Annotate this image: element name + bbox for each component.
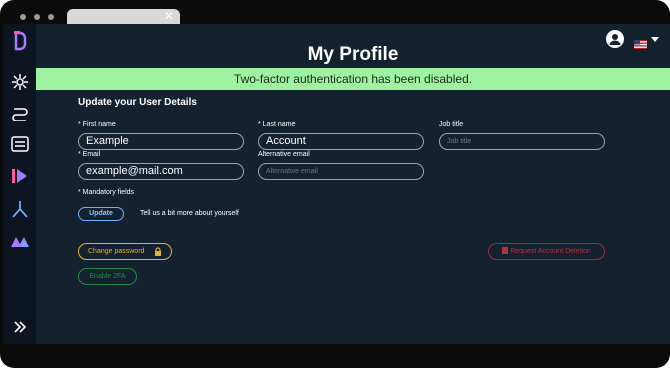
job-title-field[interactable]: Job title: [439, 133, 605, 150]
lock-icon: [154, 247, 162, 256]
first-name-field[interactable]: Example: [78, 133, 244, 150]
main-content: My Profile Two-factor authentication has…: [36, 24, 670, 344]
job-title-label: Job title: [439, 121, 464, 128]
close-icon[interactable]: ✕: [164, 9, 174, 24]
first-name-label: * First name: [78, 121, 116, 128]
catalog-icon[interactable]: [9, 133, 31, 155]
tell-more-text: Tell us a bit more about yourself: [140, 210, 239, 217]
alt-email-label: Alternative email: [258, 151, 310, 158]
browser-frame: ✕ My Profile Two-factor authentication h…: [0, 0, 670, 368]
expand-icon[interactable]: [9, 316, 31, 338]
request-deletion-button[interactable]: Request Account Deletion: [488, 243, 605, 260]
workflow-icon[interactable]: [9, 102, 31, 124]
enable-2fa-button[interactable]: Enable 2FA: [78, 268, 137, 285]
sidebar: [3, 24, 36, 344]
section-title: Update your User Details: [78, 97, 197, 108]
user-avatar-icon[interactable]: [606, 30, 624, 48]
window-dot[interactable]: [48, 14, 54, 20]
us-flag-icon[interactable]: [634, 36, 647, 49]
branch-icon[interactable]: [9, 198, 31, 220]
monitoring-icon[interactable]: [9, 230, 31, 252]
browser-tab[interactable]: ✕: [67, 9, 180, 24]
change-password-label: Change password: [88, 248, 145, 255]
request-deletion-label: Request Account Deletion: [510, 248, 591, 255]
page-title: My Profile: [307, 44, 399, 65]
email-field[interactable]: example@mail.com: [78, 163, 244, 180]
app-window: My Profile Two-factor authentication has…: [3, 24, 670, 344]
alt-email-field[interactable]: Alternative email: [258, 163, 424, 180]
status-banner: Two-factor authentication has been disab…: [36, 68, 670, 90]
trash-icon: [502, 247, 509, 254]
network-icon[interactable]: [9, 71, 31, 93]
window-controls: [20, 14, 54, 20]
last-name-field[interactable]: Account: [258, 133, 424, 150]
update-button[interactable]: Update: [78, 207, 124, 221]
email-label: * Email: [78, 151, 101, 158]
last-name-label: * Last name: [258, 121, 296, 128]
data-icon[interactable]: [9, 165, 31, 187]
app-logo-icon[interactable]: [9, 30, 31, 52]
window-dot[interactable]: [20, 14, 26, 20]
chevron-down-icon[interactable]: [651, 37, 659, 42]
window-dot[interactable]: [34, 14, 40, 20]
mandatory-note: * Mandatory fields: [78, 189, 135, 196]
change-password-button[interactable]: Change password: [78, 243, 172, 260]
